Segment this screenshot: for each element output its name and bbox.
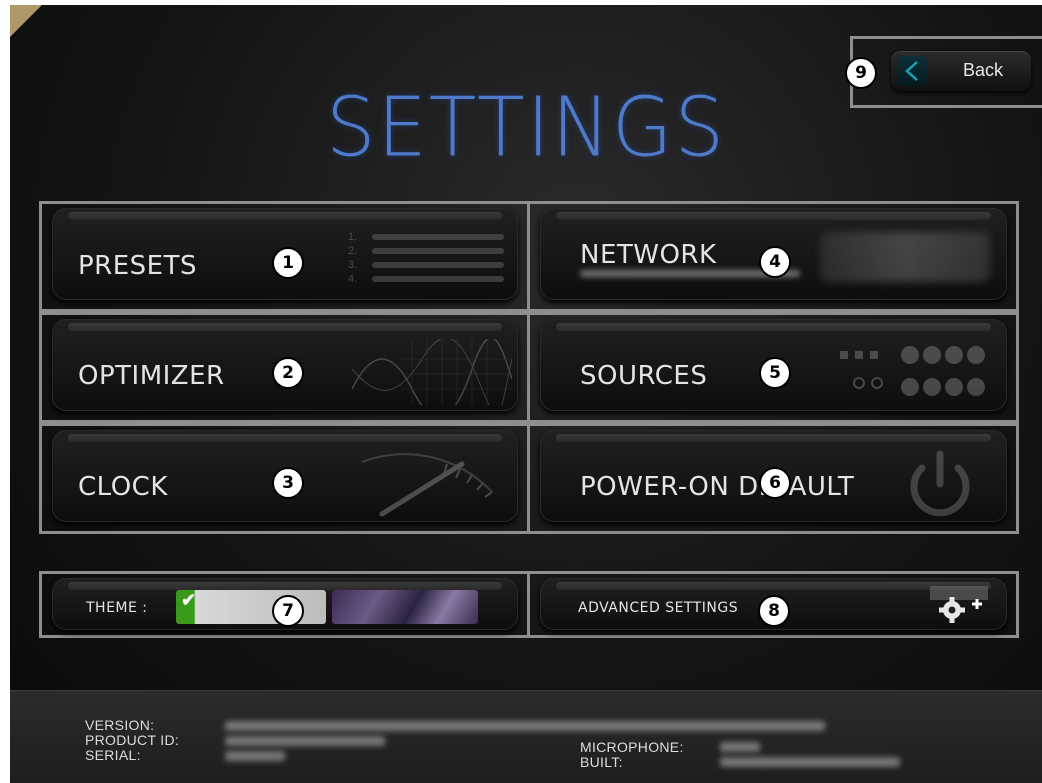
callout-badge-7: 7	[272, 595, 304, 627]
preset-number: 3.	[348, 259, 358, 271]
tile-highlight-strip	[556, 434, 991, 442]
tile-highlight-strip	[68, 582, 502, 590]
network-label: NETWORK	[580, 240, 717, 270]
callout-badge-5: 5	[759, 357, 791, 389]
tile-highlight-strip	[556, 582, 991, 590]
theme-option-purple[interactable]	[332, 590, 478, 624]
back-button-highlight: Back 9	[845, 36, 1042, 108]
callout-badge-4: 4	[759, 246, 791, 278]
preset-number: 1.	[348, 231, 358, 243]
preset-number: 2.	[348, 245, 358, 257]
callout-badge-1: 1	[272, 247, 304, 279]
callout-badge-9: 9	[845, 57, 877, 89]
presets-label: PRESETS	[78, 251, 197, 281]
serial-value-redacted	[225, 751, 285, 761]
callout-badge-6: 6	[759, 467, 791, 499]
built-value-redacted	[720, 757, 900, 767]
back-button[interactable]: Back	[891, 51, 1031, 91]
theme-label: THEME :	[86, 600, 148, 616]
check-icon: ✔	[181, 590, 197, 610]
product-id-value-redacted	[225, 736, 385, 746]
footer-info-bar: VERSION: PRODUCT ID: SERIAL: MICROPHONE:…	[10, 690, 1042, 783]
callout-badge-2: 2	[272, 357, 304, 389]
network-graphic	[820, 232, 990, 282]
optimizer-label: OPTIMIZER	[78, 361, 225, 391]
preset-number: 4.	[348, 273, 358, 285]
version-value-redacted	[225, 721, 825, 731]
tile-highlight-strip	[68, 323, 502, 331]
power-on-default-label: POWER-ON DEFAULT	[580, 472, 855, 502]
advanced-settings-label: ADVANCED SETTINGS	[578, 600, 739, 616]
product-id-label: PRODUCT ID:	[85, 732, 180, 748]
back-button-label: Back	[963, 60, 1004, 80]
microphone-value-redacted	[720, 742, 760, 752]
gear-plus-icon	[930, 586, 988, 623]
tile-highlight-strip	[68, 434, 502, 442]
preset-list-graphic: 1. 2. 3. 4.	[348, 230, 508, 292]
sources-label: SOURCES	[580, 361, 708, 391]
built-label: BUILT:	[580, 754, 623, 770]
tile-highlight-strip	[556, 212, 991, 220]
clock-label: CLOCK	[78, 472, 168, 502]
input-jacks-graphic	[840, 346, 985, 396]
waveform-graphic	[352, 339, 512, 405]
callout-badge-8: 8	[758, 595, 790, 627]
corner-accent	[10, 5, 42, 37]
tile-highlight-strip	[556, 323, 991, 331]
gauge-graphic	[361, 453, 493, 517]
version-label: VERSION:	[85, 717, 155, 733]
chevron-left-icon	[897, 56, 927, 86]
microphone-label: MICROPHONE:	[580, 739, 684, 755]
serial-label: SERIAL:	[85, 747, 141, 763]
settings-screen: SETTINGS Back 9 PRESETS 1. 2. 3. 4. 1 OP…	[10, 5, 1042, 783]
callout-badge-3: 3	[272, 467, 304, 499]
tile-highlight-strip	[68, 212, 502, 220]
power-icon	[910, 450, 970, 517]
